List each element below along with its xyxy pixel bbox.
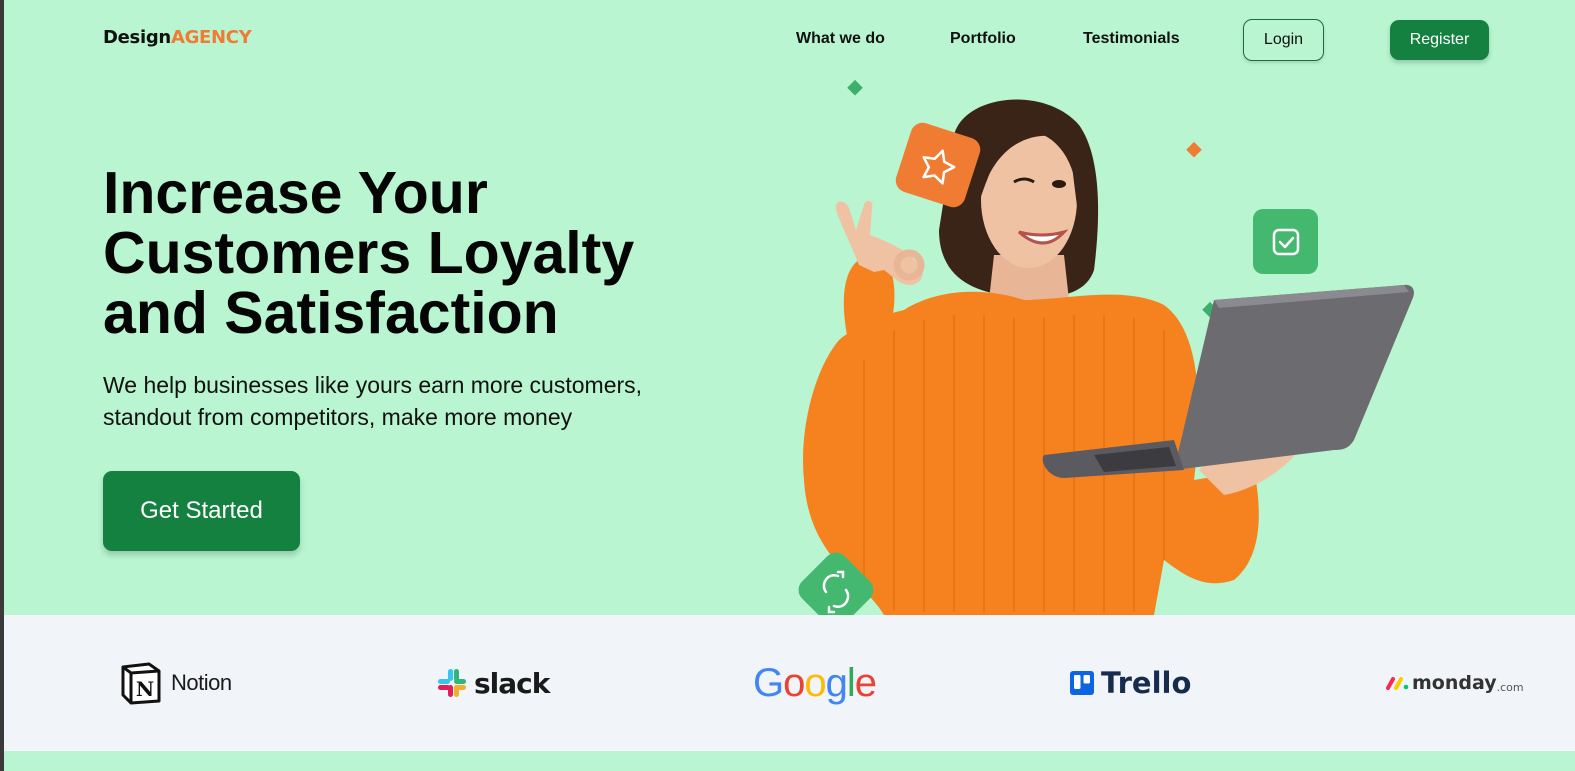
woman-figure bbox=[803, 99, 1306, 615]
notion-logo[interactable]: N Notion bbox=[119, 615, 232, 751]
trello-wordmark: Trello bbox=[1101, 666, 1192, 700]
hero-title-line: Increase Your bbox=[103, 160, 488, 226]
notion-icon: N bbox=[121, 662, 161, 705]
register-button[interactable]: Register bbox=[1390, 20, 1489, 60]
login-button[interactable]: Login bbox=[1243, 19, 1324, 61]
check-tile bbox=[1253, 209, 1318, 274]
check-square-icon bbox=[1272, 228, 1300, 256]
notion-wordmark: Notion bbox=[171, 670, 232, 695]
nav-link-what-we-do[interactable]: What we do bbox=[796, 30, 885, 48]
slack-logo[interactable]: slack bbox=[436, 615, 550, 751]
monday-icon bbox=[1386, 677, 1409, 690]
slack-icon bbox=[438, 669, 466, 697]
logo-design-text: Design bbox=[103, 27, 171, 48]
laptop-illustration bbox=[1042, 284, 1414, 478]
logo-agency-text: AGENCY bbox=[170, 27, 252, 48]
star-tile bbox=[895, 122, 981, 208]
landing-page: DesignAGENCY What we do Portfolio Testim… bbox=[4, 0, 1575, 771]
decor-diamond bbox=[914, 444, 930, 461]
next-section-edge bbox=[4, 751, 1575, 771]
decor-diamond bbox=[1202, 301, 1218, 318]
hero-subtitle-line: standout from competitors, make more mon… bbox=[103, 404, 573, 430]
nav-link-portfolio[interactable]: Portfolio bbox=[950, 30, 1016, 48]
decor-diamond bbox=[847, 79, 863, 96]
hero-subtitle: We help businesses like yours earn more … bbox=[103, 369, 703, 433]
get-started-button[interactable]: Get Started bbox=[103, 471, 300, 551]
star-icon bbox=[922, 149, 956, 185]
decor-diamond bbox=[1186, 141, 1202, 158]
slack-wordmark: slack bbox=[474, 666, 550, 700]
svg-text:N: N bbox=[136, 677, 154, 701]
monday-logo[interactable]: monday .com bbox=[1386, 615, 1524, 751]
hero-title: Increase Your Customers Loyalty and Sati… bbox=[103, 163, 723, 343]
google-logo[interactable]: Google bbox=[753, 615, 877, 751]
top-nav: DesignAGENCY What we do Portfolio Testim… bbox=[4, 0, 1575, 80]
partner-logos-strip: N Notion slack Google Trello monday .com bbox=[4, 615, 1575, 751]
site-logo[interactable]: DesignAGENCY bbox=[103, 27, 252, 48]
sync-icon bbox=[822, 570, 850, 614]
hero-title-line: Customers Loyalty bbox=[103, 220, 635, 286]
sync-tile bbox=[798, 552, 874, 615]
monday-wordmark: monday bbox=[1412, 672, 1497, 694]
google-wordmark: Google bbox=[753, 660, 877, 705]
trello-icon bbox=[1070, 671, 1094, 695]
nav-link-testimonials[interactable]: Testimonials bbox=[1083, 30, 1180, 48]
trello-logo[interactable]: Trello bbox=[1070, 615, 1191, 751]
monday-suffix: .com bbox=[1496, 680, 1524, 694]
hero-title-line: and Satisfaction bbox=[103, 280, 559, 346]
hero-subtitle-line: We help businesses like yours earn more … bbox=[103, 372, 643, 398]
